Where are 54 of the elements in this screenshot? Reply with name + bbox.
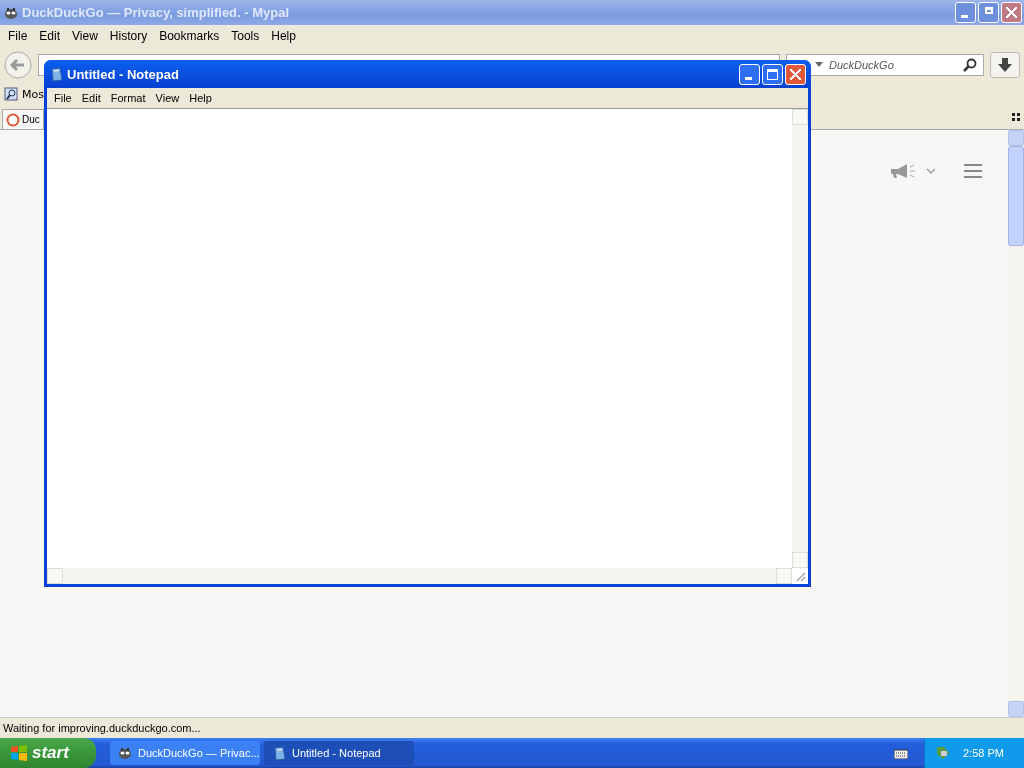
menu-item[interactable]: Tools bbox=[225, 29, 266, 43]
maximize-button[interactable] bbox=[762, 63, 783, 85]
notepad-icon bbox=[272, 745, 286, 761]
menu-item[interactable]: Format bbox=[105, 92, 151, 104]
magnifier-icon bbox=[4, 87, 18, 101]
start-button[interactable]: start bbox=[0, 738, 96, 768]
raccoon-icon bbox=[4, 5, 18, 20]
menu-item[interactable]: History bbox=[103, 29, 154, 43]
menu-item[interactable]: File bbox=[49, 92, 77, 104]
tab[interactable]: Duc bbox=[2, 109, 44, 129]
menu-item[interactable]: Help bbox=[184, 92, 217, 104]
menu-icon[interactable] bbox=[964, 164, 982, 178]
menu-item[interactable]: View bbox=[150, 92, 185, 104]
scroll-right-button[interactable] bbox=[776, 568, 792, 584]
size-grip-icon bbox=[794, 570, 806, 582]
taskbar-button[interactable]: DuckDuckGo — Privac... bbox=[110, 741, 260, 765]
windows-flag-icon bbox=[10, 744, 28, 762]
scroll-left-button[interactable] bbox=[47, 568, 63, 584]
grid-icon bbox=[1012, 113, 1020, 121]
search-icon bbox=[963, 58, 977, 72]
close-button[interactable] bbox=[785, 63, 806, 85]
download-button[interactable] bbox=[990, 52, 1020, 78]
minimize-button[interactable] bbox=[955, 2, 976, 23]
duck-logo-icon bbox=[6, 112, 20, 127]
menu-item[interactable]: File bbox=[2, 29, 34, 43]
window-title: DuckDuckGo — Privacy, simplified. - Mypal bbox=[22, 5, 291, 20]
restore-button[interactable] bbox=[978, 2, 999, 23]
close-button[interactable] bbox=[1001, 2, 1022, 23]
down-arrow-icon bbox=[998, 58, 1012, 72]
search-input[interactable]: DuckDuckGo bbox=[827, 58, 959, 72]
scroll-down-button[interactable] bbox=[1008, 701, 1024, 717]
notepad-icon bbox=[49, 66, 63, 82]
clock: 2:58 PM bbox=[963, 747, 1004, 759]
bookmark-item[interactable]: Mos bbox=[4, 87, 44, 101]
search-field[interactable]: DuckDuckGo bbox=[786, 54, 984, 76]
megaphone-icon bbox=[890, 163, 916, 179]
taskbar-button[interactable]: Untitled - Notepad bbox=[264, 741, 414, 765]
raccoon-icon bbox=[118, 746, 132, 760]
back-button[interactable] bbox=[4, 51, 32, 79]
chevron-down-icon bbox=[926, 168, 936, 174]
scroll-up-button[interactable] bbox=[792, 109, 808, 125]
dropdown-icon bbox=[815, 62, 823, 68]
scroll-thumb[interactable] bbox=[1008, 146, 1024, 246]
minimize-button[interactable] bbox=[739, 63, 760, 85]
window-title: Untitled - Notepad bbox=[67, 66, 180, 82]
keyboard-icon bbox=[894, 747, 909, 759]
scroll-down-button[interactable] bbox=[792, 552, 808, 568]
menu-item[interactable]: Help bbox=[265, 29, 302, 43]
menu-item[interactable]: View bbox=[66, 29, 104, 43]
menu-item[interactable]: Edit bbox=[33, 29, 67, 43]
scroll-up-button[interactable] bbox=[1008, 130, 1024, 146]
menu-item[interactable]: Edit bbox=[76, 92, 106, 104]
network-icon bbox=[935, 745, 952, 761]
menu-item[interactable]: Bookmarks bbox=[153, 29, 226, 43]
